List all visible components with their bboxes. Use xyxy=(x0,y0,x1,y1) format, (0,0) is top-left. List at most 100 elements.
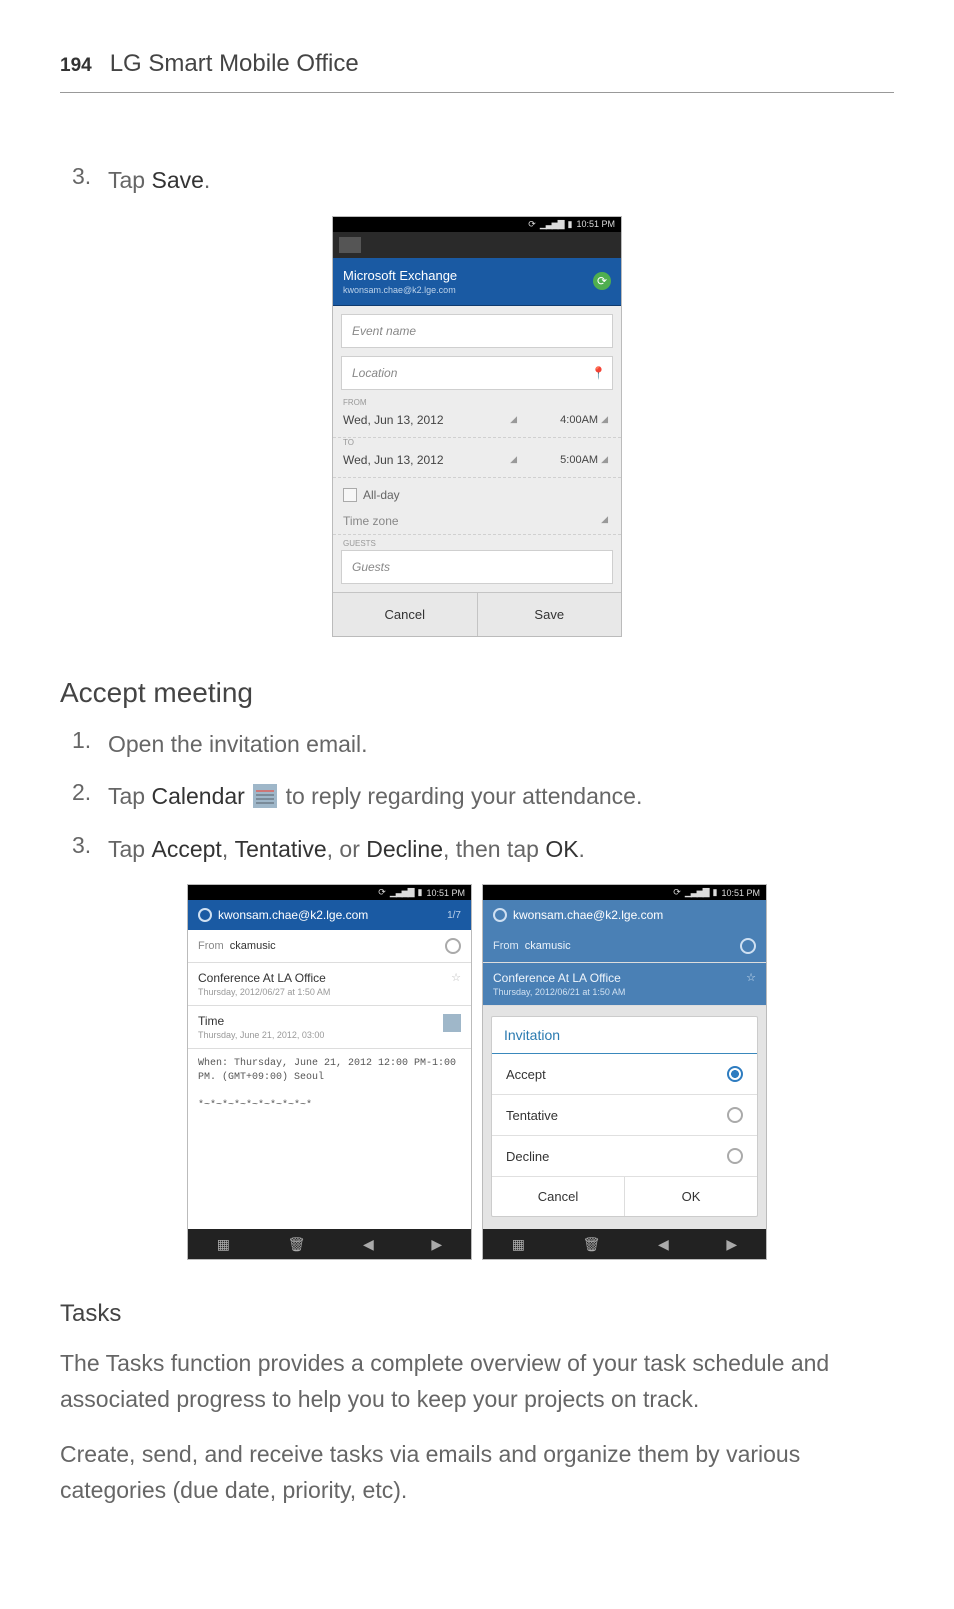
account-email: kwonsam.chae@k2.lge.com xyxy=(343,285,457,295)
email-date: Thursday, 2012/06/21 at 1:50 AM xyxy=(493,987,625,997)
nav-prev-icon[interactable]: ◀ xyxy=(363,1236,374,1253)
to-time: 5:00AM xyxy=(520,454,598,466)
account-email: kwonsam.chae@k2.lge.com xyxy=(218,908,368,922)
page-indicator: 1/7 xyxy=(447,910,461,921)
nav-next-icon[interactable]: ▶ xyxy=(431,1236,442,1253)
bottom-nav: ▦ 🗑 ◀ ▶ xyxy=(483,1229,766,1259)
save-button[interactable]: Save xyxy=(477,593,622,636)
nav-prev-icon: ◀ xyxy=(658,1236,669,1253)
location-input[interactable]: Location 📍 xyxy=(341,356,613,390)
body-line-3: *~*~*~*~*~*~*~*~*~* xyxy=(198,1099,461,1113)
checkbox-icon xyxy=(343,488,357,502)
step-bold: Save xyxy=(151,167,203,193)
email-account-bar: kwonsam.chae@k2.lge.com xyxy=(483,900,766,930)
dropdown-icon: ◢ xyxy=(601,414,608,425)
phone-new-event: ⟳ ▁▃▅▇ ▮ 10:51 PM Microsoft Exchange kwo… xyxy=(332,216,622,637)
page-number: 194 xyxy=(60,55,92,77)
account-title: Microsoft Exchange xyxy=(343,268,457,283)
sync-status-icon: ⟳ xyxy=(378,887,386,898)
account-info: Microsoft Exchange kwonsam.chae@k2.lge.c… xyxy=(343,268,457,295)
all-day-label: All-day xyxy=(363,488,400,502)
step-number: 1. xyxy=(72,727,100,762)
star-icon[interactable]: ☆ xyxy=(451,971,461,984)
email-account-bar[interactable]: kwonsam.chae@k2.lge.com 1/7 xyxy=(188,900,471,930)
nav-delete-icon[interactable]: 🗑 xyxy=(288,1236,306,1253)
dialog-backdrop: Invitation Accept Tentative Decline Canc… xyxy=(483,1006,766,1229)
step-text: Tap Calendar to reply regarding your att… xyxy=(108,779,642,814)
battery-icon: ▮ xyxy=(568,219,573,230)
step-suffix: . xyxy=(204,167,210,193)
guests-input[interactable]: Guests xyxy=(341,550,613,584)
dropdown-icon: ◢ xyxy=(510,414,517,425)
to-label: TO xyxy=(343,438,621,447)
calendar-tabbar xyxy=(333,232,621,258)
calendar-tab[interactable] xyxy=(339,237,361,253)
email-date: Thursday, 2012/06/27 at 1:50 AM xyxy=(198,987,330,997)
battery-icon: ▮ xyxy=(418,887,423,898)
from-date: Wed, Jun 13, 2012 xyxy=(343,413,507,427)
step-number: 3. xyxy=(72,832,100,867)
account-label: kwonsam.chae@k2.lge.com xyxy=(493,908,663,922)
step-prefix: Tap xyxy=(108,167,151,193)
tasks-heading: Tasks xyxy=(60,1300,894,1328)
from-value: ckamusic xyxy=(525,940,571,952)
from-content: From ckamusic xyxy=(493,940,571,952)
from-row[interactable]: From ckamusic xyxy=(188,930,471,963)
screenshots-invitation: ⟳ ▁▃▅▇ ▮ 10:51 PM kwonsam.chae@k2.lge.co… xyxy=(60,884,894,1260)
to-datetime[interactable]: Wed, Jun 13, 2012 ◢ 5:00AM ◢ xyxy=(333,447,621,478)
step-text: Open the invitation email. xyxy=(108,727,368,762)
step-number: 2. xyxy=(72,779,100,814)
option-accept[interactable]: Accept xyxy=(492,1054,757,1095)
dropdown-icon: ◢ xyxy=(601,514,608,528)
option-tentative[interactable]: Tentative xyxy=(492,1095,757,1136)
account-email: kwonsam.chae@k2.lge.com xyxy=(513,908,663,922)
page-header: 194 LG Smart Mobile Office xyxy=(60,50,894,93)
expand-icon[interactable] xyxy=(445,938,461,954)
steps-top: 3. Tap Save. xyxy=(60,163,894,198)
dropdown-icon: ◢ xyxy=(510,454,517,465)
event-name-input[interactable]: Event name xyxy=(341,314,613,348)
option-decline[interactable]: Decline xyxy=(492,1136,757,1177)
dialog-cancel-button[interactable]: Cancel xyxy=(492,1177,624,1216)
sync-status-icon: ⟳ xyxy=(528,219,536,230)
nav-calendar-icon: ▦ xyxy=(512,1236,525,1253)
all-day-toggle[interactable]: All-day xyxy=(333,478,621,508)
comma-1: , xyxy=(222,836,235,862)
step-prefix: Tap xyxy=(108,783,151,809)
time-row[interactable]: Time Thursday, June 21, 2012, 03:00 xyxy=(188,1006,471,1049)
location-placeholder: Location xyxy=(352,366,397,380)
step-suffix: to reply regarding your attendance. xyxy=(286,783,643,809)
account-selector[interactable]: Microsoft Exchange kwonsam.chae@k2.lge.c… xyxy=(333,258,621,306)
step-text: Tap Save. xyxy=(108,163,210,198)
tasks-paragraph-1: The Tasks function provides a complete o… xyxy=(60,1346,894,1417)
timezone-selector[interactable]: Time zone ◢ xyxy=(333,508,621,535)
nav-next-icon: ▶ xyxy=(726,1236,737,1253)
phone-email-view: ⟳ ▁▃▅▇ ▮ 10:51 PM kwonsam.chae@k2.lge.co… xyxy=(187,884,472,1260)
option-accept-label: Accept xyxy=(506,1067,546,1082)
tasks-paragraph-2: Create, send, and receive tasks via emai… xyxy=(60,1437,894,1508)
calendar-icon[interactable] xyxy=(443,1014,461,1032)
dialog-buttons: Cancel OK xyxy=(492,1177,757,1216)
email-subject: Conference At LA Office xyxy=(493,971,625,985)
step-bold-4: OK xyxy=(545,836,578,862)
from-time: 4:00AM xyxy=(520,414,598,426)
subject-row: Conference At LA Office Thursday, 2012/0… xyxy=(483,963,766,1006)
status-bar: ⟳ ▁▃▅▇ ▮ 10:51 PM xyxy=(483,885,766,900)
clock: 10:51 PM xyxy=(426,888,465,898)
phone-invitation-dialog: ⟳ ▁▃▅▇ ▮ 10:51 PM kwonsam.chae@k2.lge.co… xyxy=(482,884,767,1260)
nav-delete-icon: 🗑 xyxy=(583,1236,601,1253)
email-subject: Conference At LA Office xyxy=(198,971,330,985)
email-body[interactable]: When: Thursday, June 21, 2012 12:00 PM-1… xyxy=(188,1049,471,1229)
expand-icon xyxy=(740,938,756,954)
time-label: Time xyxy=(198,1014,324,1028)
from-datetime[interactable]: Wed, Jun 13, 2012 ◢ 4:00AM ◢ xyxy=(333,407,621,438)
battery-icon: ▮ xyxy=(713,887,718,898)
from-content: From ckamusic xyxy=(198,940,276,952)
map-pin-icon[interactable]: 📍 xyxy=(591,366,606,380)
accept-meeting-heading: Accept meeting xyxy=(60,677,894,709)
dialog-ok-button[interactable]: OK xyxy=(624,1177,757,1216)
from-value: ckamusic xyxy=(230,940,276,952)
step-bold-1: Accept xyxy=(151,836,221,862)
cancel-button[interactable]: Cancel xyxy=(333,593,477,636)
nav-calendar-icon[interactable]: ▦ xyxy=(217,1236,230,1253)
